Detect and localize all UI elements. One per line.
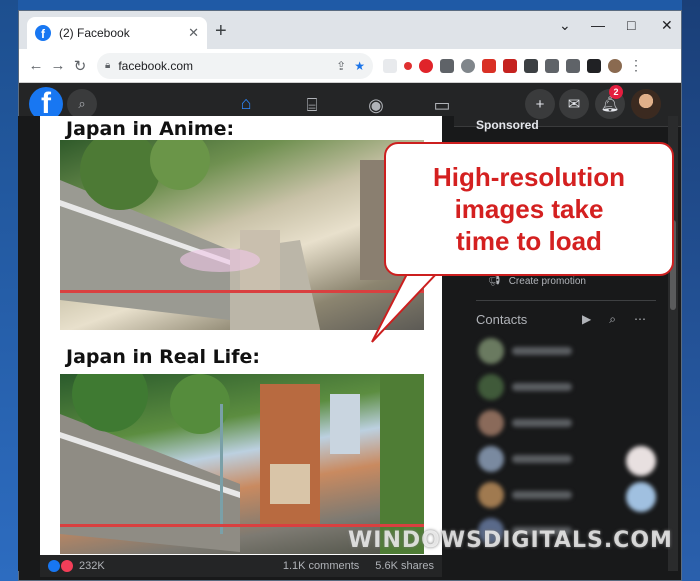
address-bar[interactable]: 🔒︎ facebook.com ⇪ ★	[97, 52, 373, 79]
forward-icon[interactable]: →	[47, 55, 69, 77]
tab-strip: f (2) Facebook ✕ + ⌄ — □ ✕	[19, 11, 681, 49]
notification-badge: 2	[609, 85, 623, 99]
share-icon[interactable]: ⇪	[336, 59, 346, 73]
create-plus-icon[interactable]: +	[525, 89, 555, 119]
bookmark-star-icon[interactable]: ★	[354, 59, 365, 73]
groups-tab-icon[interactable]: ◉	[347, 83, 405, 127]
close-window-button[interactable]: ✕	[661, 17, 673, 34]
opera-extension-icon[interactable]	[419, 58, 433, 73]
desktop-background-right	[682, 0, 700, 581]
facebook-logo-icon[interactable]: f	[29, 87, 63, 121]
back-icon[interactable]: ←	[25, 55, 47, 77]
browser-toolbar: ← → ↻ 🔒︎ facebook.com ⇪ ★ ⋮	[19, 49, 681, 83]
tab-facebook[interactable]: f (2) Facebook ✕	[27, 17, 207, 49]
copy-extension-icon[interactable]	[440, 58, 454, 73]
media-control-icon[interactable]	[545, 58, 559, 73]
tab-search-icon[interactable]: ⌄	[559, 17, 571, 34]
extensions-area: ⋮	[383, 57, 643, 74]
search-icon[interactable]: ⌕	[67, 89, 97, 119]
download-icon[interactable]	[566, 58, 580, 73]
chat-extension-icon[interactable]	[383, 58, 397, 73]
maximize-button[interactable]: □	[627, 17, 635, 33]
gaming-tab-icon[interactable]: ▭	[413, 83, 471, 127]
desktop-background-left	[0, 0, 18, 581]
account-avatar[interactable]	[631, 89, 661, 119]
tab-title: (2) Facebook	[59, 26, 130, 40]
new-tab-button[interactable]: +	[215, 21, 227, 41]
reload-icon[interactable]: ↻	[69, 55, 91, 77]
facebook-favicon-icon: f	[35, 25, 51, 41]
lock-icon: 🔒︎	[105, 60, 111, 71]
puzzle-extensions-icon[interactable]	[524, 58, 538, 73]
more-menu-icon[interactable]: ⋮	[629, 57, 643, 74]
profile-avatar-icon[interactable]	[608, 58, 622, 73]
record-extension-icon[interactable]	[404, 61, 412, 70]
mail-extension-icon[interactable]	[503, 58, 517, 73]
home-tab-icon[interactable]: ⌂	[217, 83, 275, 127]
marketplace-tab-icon[interactable]: ⌸	[283, 83, 341, 127]
browser-window: f (2) Facebook ✕ + ⌄ — □ ✕ ← → ↻ 🔒︎ face…	[18, 10, 682, 581]
settings-extension-icon[interactable]	[461, 58, 475, 73]
messenger-icon[interactable]: ✉︎	[559, 89, 589, 119]
video-extension-icon[interactable]	[482, 58, 496, 73]
facebook-header: f ⌕ ⌂ ⌸ ◉ ▭ + ✉︎ 🔔︎ 2	[19, 83, 681, 127]
address-text: facebook.com	[118, 58, 194, 73]
sidepanel-icon[interactable]	[587, 58, 601, 73]
minimize-button[interactable]: —	[591, 17, 605, 33]
tab-close-icon[interactable]: ✕	[188, 25, 199, 41]
